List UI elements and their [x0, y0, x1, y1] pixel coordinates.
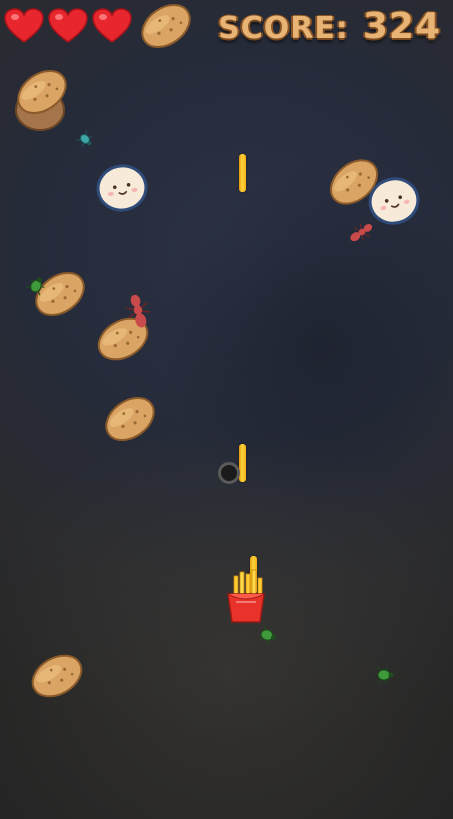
potato-enemy [26, 648, 88, 704]
potato-enemy [9, 62, 72, 131]
red-ant-icon [348, 218, 376, 246]
game-stage[interactable]: SCORE: 324 [0, 0, 453, 819]
fry-projectile [239, 444, 246, 482]
potato-enemy [100, 390, 160, 448]
fry-projectile [239, 154, 246, 192]
heart-icon [48, 8, 88, 43]
fries-box-icon[interactable] [222, 568, 270, 626]
teal-beetle-icon [76, 130, 93, 147]
green-beetle-icon [377, 666, 394, 684]
egg-face-enemy [94, 162, 150, 214]
lives-bar [4, 8, 132, 44]
score-display: SCORE: 324 [218, 6, 441, 47]
heart-icon [4, 8, 44, 43]
green-beetle-icon [258, 624, 278, 646]
green-beetle-icon [26, 276, 46, 296]
potato-enemy [136, 0, 196, 52]
score-label: SCORE: [218, 11, 349, 46]
score-value: 324 [362, 6, 441, 47]
heart-icon [92, 8, 132, 43]
red-ant-icon [124, 291, 152, 331]
spawn-hole [218, 462, 240, 484]
